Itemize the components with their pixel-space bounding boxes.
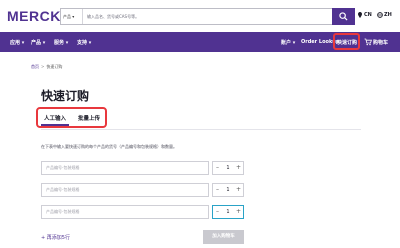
- nav-item-services[interactable]: 服务 ▾: [54, 39, 68, 46]
- active-tab-indicator: [41, 124, 69, 126]
- product-number-input[interactable]: 产品编号-包装规格: [41, 205, 209, 219]
- search-button[interactable]: [332, 8, 355, 25]
- breadcrumb-home[interactable]: 首页: [31, 64, 39, 69]
- search-icon: [339, 12, 348, 21]
- increment-button[interactable]: +: [234, 206, 243, 218]
- breadcrumb-separator: >: [41, 64, 45, 69]
- breadcrumb: 首页 > 快速订购: [31, 64, 62, 70]
- top-header: MERCK 产品 ▾ 输入品名、货号或CAS号等。 CN ZH: [0, 0, 400, 32]
- add-to-cart-button[interactable]: 加入购物车: [203, 230, 244, 244]
- nav-item-cart[interactable]: 购物车: [373, 39, 388, 46]
- instruction-text: 在下表中输入要快速订购的每个产品的货号（产品编号和包装规格）和数量。: [41, 144, 177, 149]
- search-bar: 产品 ▾ 输入品名、货号或CAS号等。: [60, 8, 355, 25]
- quantity-field[interactable]: 1: [223, 162, 233, 174]
- nav-item-account[interactable]: 账户 ▾: [281, 39, 295, 46]
- nav-item-support[interactable]: 支持 ▾: [77, 39, 91, 46]
- nav-item-products[interactable]: 产品 ▾: [31, 39, 45, 46]
- page-title: 快速订购: [41, 89, 90, 103]
- increment-button[interactable]: +: [234, 184, 243, 196]
- search-input[interactable]: 输入品名、货号或CAS号等。: [85, 9, 330, 24]
- decrement-button[interactable]: –: [213, 162, 222, 174]
- quantity-stepper: – 1 +: [212, 205, 244, 219]
- nav-item-applications[interactable]: 应用 ▾: [10, 39, 24, 46]
- search-category-dropdown[interactable]: 产品 ▾: [61, 9, 83, 24]
- globe-icon: [377, 12, 383, 18]
- merck-logo[interactable]: MERCK: [7, 8, 61, 24]
- language-selector[interactable]: ZH: [384, 12, 392, 18]
- quantity-stepper: – 1 +: [212, 183, 244, 197]
- breadcrumb-current: 快速订购: [46, 64, 63, 69]
- quantity-field[interactable]: 1: [223, 184, 233, 196]
- location-icon: [358, 12, 362, 18]
- decrement-button[interactable]: –: [213, 206, 222, 218]
- product-number-input[interactable]: 产品编号-包装规格: [41, 161, 209, 175]
- increment-button[interactable]: +: [234, 162, 243, 174]
- quantity-field[interactable]: 1: [223, 206, 233, 218]
- currency-selector[interactable]: CN: [364, 12, 372, 18]
- decrement-button[interactable]: –: [213, 184, 222, 196]
- product-number-input[interactable]: 产品编号-包装规格: [41, 183, 209, 197]
- tab-bulk-upload[interactable]: 批量上传: [78, 114, 100, 122]
- tab-manual-entry[interactable]: 人工输入: [44, 114, 66, 122]
- quick-order-highlight: [333, 33, 360, 50]
- add-more-rows-link[interactable]: + 再添加5行: [41, 234, 70, 241]
- cart-icon[interactable]: [364, 38, 372, 46]
- tabs-divider: [41, 129, 361, 130]
- quantity-stepper: – 1 +: [212, 161, 244, 175]
